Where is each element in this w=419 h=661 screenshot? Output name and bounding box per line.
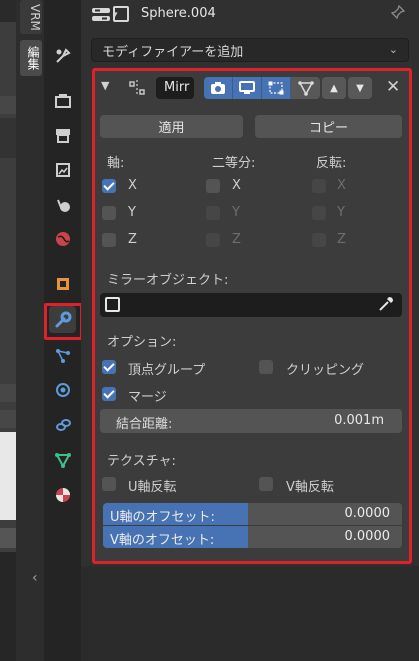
tab-vrm[interactable]: VRM xyxy=(20,0,42,34)
object-type-icon xyxy=(113,6,129,22)
world-icon[interactable] xyxy=(49,225,76,252)
material-icon[interactable] xyxy=(49,481,76,508)
add-modifier-dropdown[interactable]: モディファイアーを追加 ⌄ xyxy=(91,38,409,62)
tab-edit[interactable]: 編集 xyxy=(20,40,42,76)
tool-icon[interactable] xyxy=(49,42,76,69)
output-icon[interactable] xyxy=(49,121,76,148)
sidebar-tab-strip xyxy=(16,0,44,661)
outliner-preview xyxy=(0,432,16,520)
viewport-edge-block xyxy=(0,552,16,661)
object-icon[interactable] xyxy=(49,270,76,297)
render-icon[interactable] xyxy=(49,87,76,114)
scene-icon[interactable] xyxy=(49,191,76,218)
physics-icon[interactable] xyxy=(49,376,76,403)
editor-type-icon xyxy=(92,8,110,21)
add-modifier-label: モディファイアーを追加 xyxy=(102,44,244,60)
viewport-edge-row xyxy=(0,528,16,548)
viewport-edge-row xyxy=(0,384,16,402)
chevron-down-icon: ⌄ xyxy=(388,43,398,56)
viewport-edge-row xyxy=(0,96,16,114)
particles-icon[interactable] xyxy=(49,342,76,369)
viewport-edge-block xyxy=(0,0,16,22)
object-name: Sphere.004 xyxy=(141,6,216,21)
active-tab-highlight xyxy=(44,303,83,340)
modifier-panel-highlight xyxy=(92,68,412,564)
view-layer-icon[interactable] xyxy=(49,156,76,183)
constraints-icon[interactable] xyxy=(49,411,76,438)
viewport-edge-block xyxy=(0,118,16,158)
properties-header: ▾ Sphere.004 xyxy=(81,0,419,30)
mesh-data-icon[interactable] xyxy=(49,446,76,473)
collapse-arrow-icon[interactable]: ‹ xyxy=(32,570,38,586)
viewport-edge-row xyxy=(0,410,16,428)
pin-icon[interactable] xyxy=(390,4,406,23)
properties-empty-area xyxy=(81,566,419,661)
